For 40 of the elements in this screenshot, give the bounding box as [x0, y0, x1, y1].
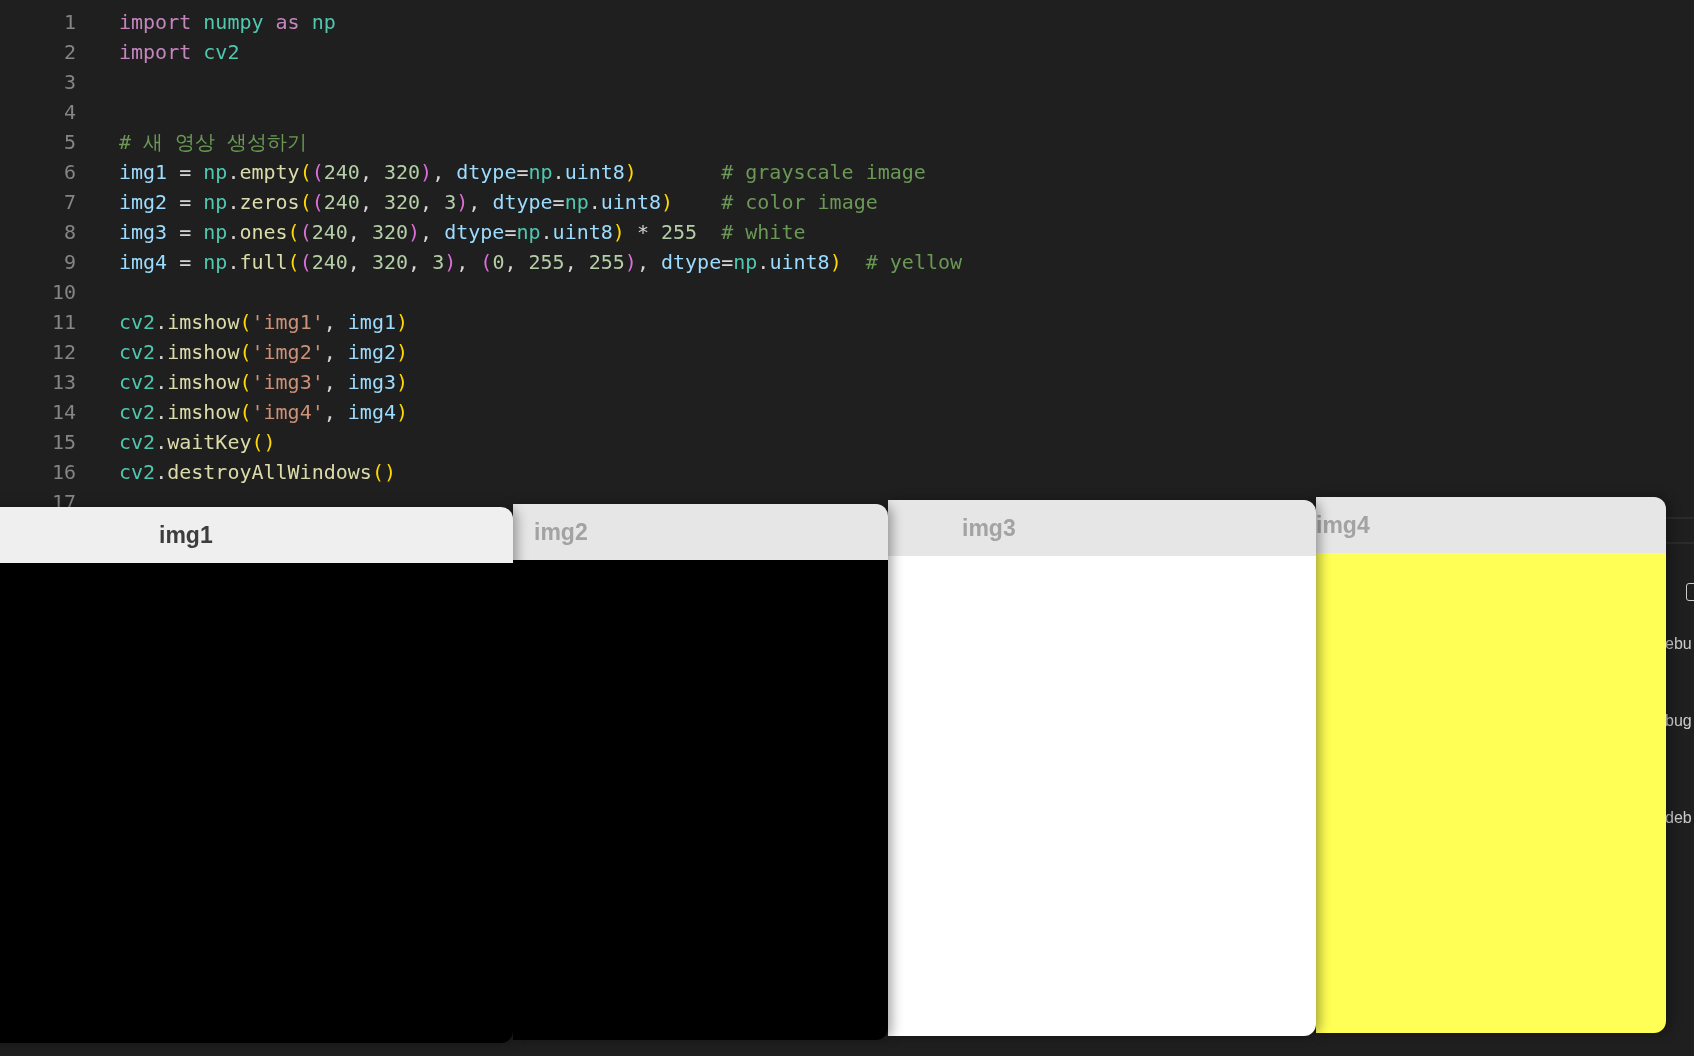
- title-bar[interactable]: img1: [0, 507, 513, 563]
- line-number: 12: [51, 340, 76, 364]
- line-number: 11: [51, 310, 76, 334]
- title-bar[interactable]: img4: [1316, 497, 1666, 553]
- code-line: cv2.imshow('img1', img1): [119, 309, 409, 336]
- code-line: img2 = np.zeros((240, 320, 3), dtype=np.uint8) # color image: [119, 189, 878, 216]
- code-line: img4 = np.full((240, 320, 3), (0, 255, 255), dtype=np.uint8) # yellow: [119, 249, 963, 276]
- line-number: 14: [51, 400, 76, 424]
- code-line: import cv2: [119, 39, 240, 66]
- window-title: img4: [1316, 511, 1370, 539]
- line-number: 9: [63, 250, 76, 274]
- line-number: 3: [63, 70, 76, 94]
- line-number: 4: [63, 100, 76, 124]
- panel-label: ebu: [1665, 635, 1692, 653]
- window-title: img1: [159, 521, 213, 549]
- line-number: 15: [51, 430, 76, 454]
- title-bar[interactable]: img2: [513, 504, 888, 560]
- code-line: import numpy as np: [119, 9, 336, 36]
- panel-label: bug: [1665, 712, 1692, 730]
- line-number: 8: [63, 220, 76, 244]
- window-title: img3: [962, 514, 1016, 542]
- line-number: 7: [63, 190, 76, 214]
- code-line: cv2.imshow('img3', img3): [119, 369, 409, 396]
- code-line: cv2.imshow('img4', img4): [119, 399, 409, 426]
- code-line: img3 = np.ones((240, 320), dtype=np.uint8) * 255 # white: [119, 219, 806, 246]
- code-comment: # 새 영상 생성하기: [119, 129, 308, 156]
- code-line: cv2.destroyAllWindows(): [119, 459, 396, 486]
- line-number: 13: [51, 370, 76, 394]
- code-line: img1 = np.empty((240, 320), dtype=np.uint8) # grayscale image: [119, 159, 926, 186]
- line-number: 5: [63, 130, 76, 154]
- title-bar[interactable]: img3: [888, 500, 1316, 556]
- line-number: 6: [63, 160, 76, 184]
- panel-label: deb: [1665, 809, 1692, 827]
- line-number: 16: [51, 460, 76, 484]
- line-number: 10: [51, 280, 76, 304]
- line-number: 2: [63, 40, 76, 64]
- window-title: img2: [534, 518, 588, 546]
- code-line: cv2.imshow('img2', img2): [119, 339, 409, 366]
- code-line: cv2.waitKey(): [119, 429, 276, 456]
- line-number: 1: [63, 10, 76, 34]
